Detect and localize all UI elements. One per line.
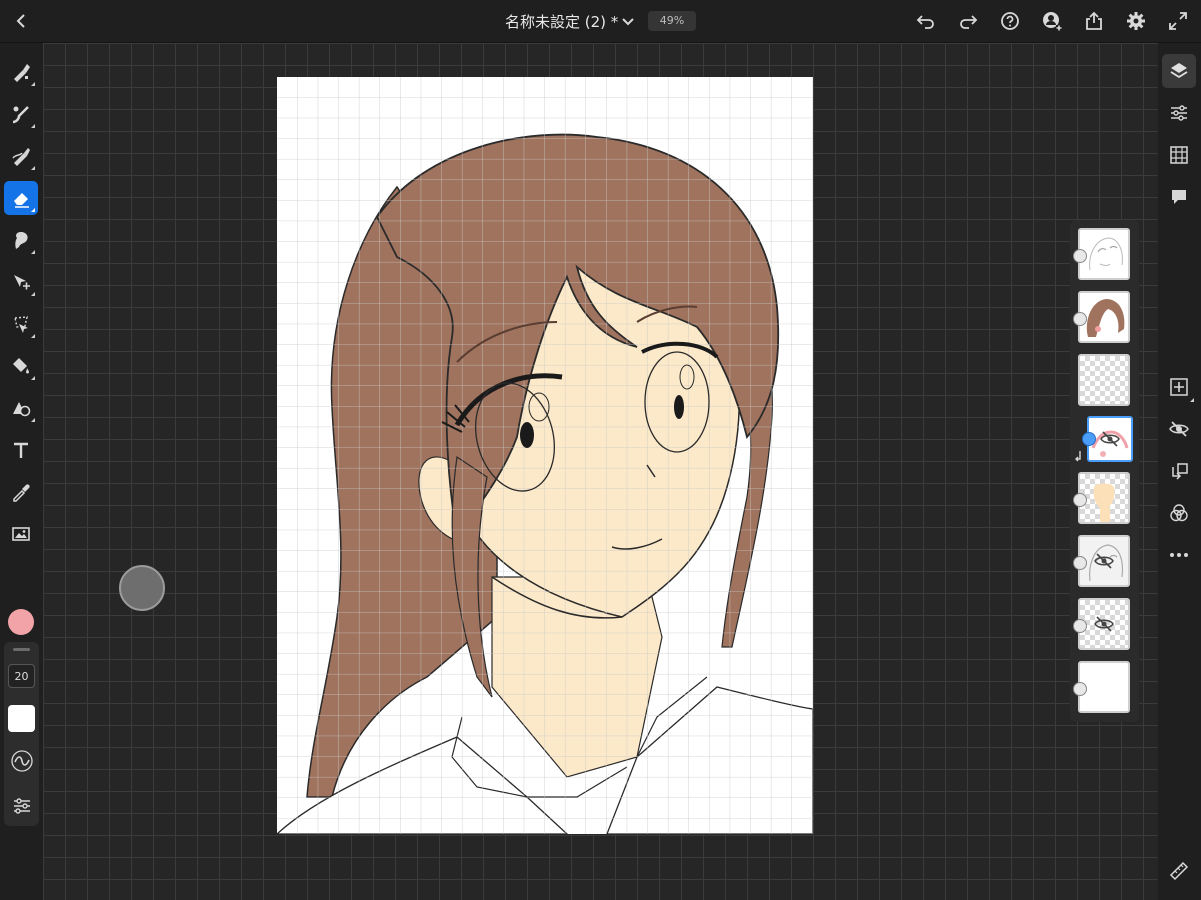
text-tool[interactable] xyxy=(4,433,38,467)
undo-button[interactable] xyxy=(908,0,944,42)
fullscreen-icon xyxy=(1169,12,1187,30)
layers-button[interactable] xyxy=(1162,54,1196,88)
more-options-button[interactable] xyxy=(1162,538,1196,572)
vector-brush-icon xyxy=(12,148,30,166)
blend-mode-button[interactable] xyxy=(1162,496,1196,530)
eye-hidden-icon xyxy=(1094,553,1114,569)
sketch-thumbnail xyxy=(1089,237,1123,271)
settings-button[interactable] xyxy=(1118,0,1154,42)
gear-icon xyxy=(1127,12,1145,30)
eyedropper-icon xyxy=(13,484,30,502)
eraser-icon xyxy=(14,193,29,208)
layer-lock-badge[interactable] xyxy=(1073,619,1087,633)
smudge-icon xyxy=(15,232,28,249)
undo-icon xyxy=(916,15,934,29)
eye-hidden-icon xyxy=(1169,421,1189,437)
shape-tool[interactable] xyxy=(4,391,38,425)
eraser-tool[interactable] xyxy=(4,181,38,215)
eyedropper-tool[interactable] xyxy=(4,475,38,509)
more-icon xyxy=(1170,553,1188,557)
live-brush-tool[interactable] xyxy=(4,97,38,131)
share-user-icon xyxy=(1043,12,1062,31)
skin-thumbnail xyxy=(1093,483,1115,522)
redo-icon xyxy=(960,15,978,29)
chevron-down-icon xyxy=(622,18,634,26)
top-bar: 名称未設定 (2) * 49% xyxy=(0,0,1201,43)
add-layer-icon xyxy=(1170,378,1188,396)
layer-thumbnail-empty[interactable] xyxy=(1078,354,1130,406)
brush-properties-button[interactable] xyxy=(8,792,35,819)
paint-bucket-icon xyxy=(13,358,29,374)
blend-icon xyxy=(1170,504,1188,522)
layer-lock-badge[interactable] xyxy=(1073,249,1087,263)
color-swatch[interactable] xyxy=(8,609,34,635)
title-menu-button[interactable] xyxy=(620,13,636,29)
eye-hidden-icon xyxy=(1094,616,1114,632)
brush-settings-panel: 20 xyxy=(4,642,39,826)
export-button[interactable] xyxy=(1076,0,1112,42)
help-button[interactable] xyxy=(992,0,1028,42)
smudge-tool[interactable] xyxy=(4,223,38,257)
hair-thumbnail xyxy=(1086,299,1125,337)
fill-tool[interactable] xyxy=(4,349,38,383)
layers-panel xyxy=(1070,220,1139,722)
drawing-canvas[interactable] xyxy=(277,77,813,834)
merge-down-button[interactable] xyxy=(1162,454,1196,488)
pixel-brush-icon xyxy=(14,64,30,82)
export-icon xyxy=(1086,11,1102,30)
back-icon xyxy=(16,14,25,28)
brush-size-field[interactable]: 20 xyxy=(8,664,35,688)
shapes-icon xyxy=(13,402,31,417)
image-tool[interactable] xyxy=(4,517,38,551)
wave-icon xyxy=(10,749,33,772)
back-button[interactable] xyxy=(4,0,40,42)
fullscreen-button[interactable] xyxy=(1160,0,1196,42)
layer-lock-badge[interactable] xyxy=(1073,493,1087,507)
toggle-visibility-button[interactable] xyxy=(1162,412,1196,446)
eye-hidden-icon xyxy=(1100,431,1120,447)
clip-arrow-icon xyxy=(1075,451,1081,462)
live-brush-icon xyxy=(12,106,29,124)
selection-tool[interactable] xyxy=(4,307,38,341)
zoom-level[interactable]: 49% xyxy=(648,11,696,31)
artwork xyxy=(277,77,813,834)
help-icon xyxy=(1001,12,1019,30)
smoothing-button[interactable] xyxy=(8,747,35,774)
vector-brush-tool[interactable] xyxy=(4,139,38,173)
left-toolbar: 20 xyxy=(0,43,43,900)
ruler-button[interactable] xyxy=(1162,854,1196,888)
adjustments-button[interactable] xyxy=(1162,96,1196,130)
sliders-icon xyxy=(13,797,30,814)
right-toolbar xyxy=(1158,43,1201,900)
image-icon xyxy=(12,527,30,541)
layer-clipping-badge[interactable] xyxy=(1082,432,1096,446)
layer-lock-badge[interactable] xyxy=(1073,682,1087,696)
adjustments-icon xyxy=(1171,105,1187,121)
transform-tool[interactable] xyxy=(4,265,38,299)
merge-icon xyxy=(1172,463,1188,480)
pixel-brush-tool[interactable] xyxy=(4,55,38,89)
touch-shortcut-button[interactable] xyxy=(119,565,165,611)
grid-icon xyxy=(1170,146,1188,164)
text-icon xyxy=(14,442,28,458)
brush-opacity-swatch[interactable] xyxy=(8,705,35,732)
document-title[interactable]: 名称未設定 (2) * xyxy=(505,11,618,32)
comments-button[interactable] xyxy=(1162,180,1196,214)
grid-button[interactable] xyxy=(1162,138,1196,172)
invite-button[interactable] xyxy=(1034,0,1070,42)
panel-grip[interactable] xyxy=(13,648,30,651)
layer-lock-badge[interactable] xyxy=(1073,312,1087,326)
layer-image-badge[interactable] xyxy=(1073,556,1087,570)
redo-button[interactable] xyxy=(950,0,986,42)
comment-icon xyxy=(1172,190,1186,204)
ruler-icon xyxy=(1169,861,1189,881)
transform-icon xyxy=(14,275,30,290)
layers-icon xyxy=(1170,63,1188,79)
lasso-icon xyxy=(14,316,28,333)
add-layer-button[interactable] xyxy=(1162,370,1196,404)
